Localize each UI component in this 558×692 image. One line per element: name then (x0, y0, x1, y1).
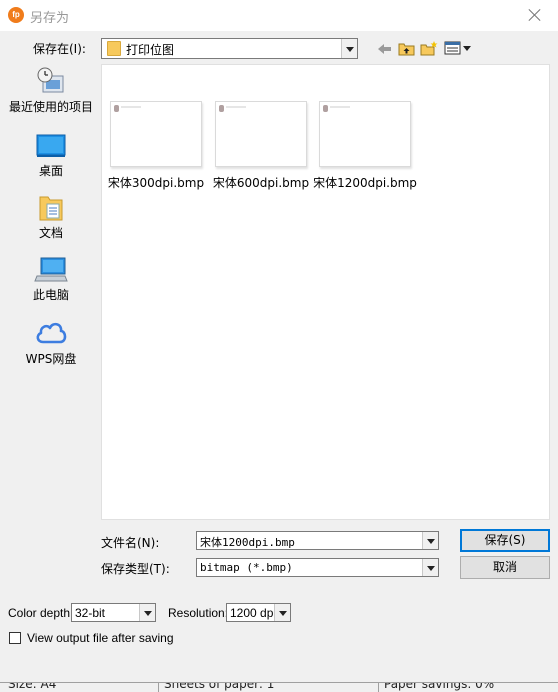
sidebar-item-label: 桌面 (38, 164, 63, 178)
file-item[interactable]: 宋体600dpi.bmp (211, 101, 311, 191)
color-depth-dropdown[interactable]: 32-bit (71, 603, 156, 622)
file-name-input[interactable]: 宋体1200dpi.bmp (196, 531, 439, 550)
color-depth-value: 32-bit (75, 606, 106, 620)
sidebar-item-desktop[interactable]: 桌面 (8, 134, 94, 178)
view-menu-icon[interactable] (444, 40, 474, 56)
app-logo-icon: fp (8, 7, 24, 23)
file-name-label: 文件名(N): (101, 536, 160, 550)
places-sidebar: 最近使用的项目 桌面 文档 此电脑 WPS网盘 (8, 64, 94, 524)
sidebar-item-label: 最近使用的项目 (8, 100, 93, 114)
sidebar-item-label: 此电脑 (32, 288, 69, 302)
close-icon[interactable] (526, 6, 544, 24)
save-in-value: 打印位图 (126, 43, 175, 57)
file-item[interactable]: 宋体1200dpi.bmp (313, 101, 417, 191)
new-folder-icon[interactable] (420, 40, 438, 56)
resolution-dropdown[interactable]: 1200 dpi (226, 603, 291, 622)
file-thumbnail (215, 101, 307, 167)
status-bar: Size: A4 Sheets of paper: 1 Paper saving… (0, 682, 558, 692)
file-type-dropdown[interactable]: bitmap (*.bmp) (196, 558, 439, 577)
recent-icon (37, 67, 64, 93)
chevron-down-icon (139, 604, 155, 621)
cancel-button[interactable]: 取消 (460, 556, 550, 579)
computer-icon (34, 257, 68, 282)
file-item[interactable]: 宋体300dpi.bmp (106, 101, 206, 191)
file-type-label: 保存类型(T): (101, 562, 170, 576)
chevron-down-icon (422, 559, 438, 576)
cloud-icon (36, 322, 67, 344)
sidebar-item-label: 文档 (38, 226, 63, 240)
status-savings: Paper savings: 0% (384, 682, 495, 691)
file-type-value: bitmap (*.bmp) (200, 561, 293, 574)
status-divider (158, 683, 159, 692)
sidebar-item-computer[interactable]: 此电脑 (8, 256, 94, 302)
save-in-label: 保存在(I): (33, 42, 86, 56)
save-in-dropdown[interactable]: 打印位图 (101, 38, 358, 59)
sidebar-item-label: WPS网盘 (25, 352, 77, 366)
title-bar: fp 另存为 (0, 0, 558, 31)
folder-icon (107, 41, 121, 56)
status-size: Size: A4 (8, 682, 57, 691)
file-name: 宋体600dpi.bmp (212, 176, 310, 190)
resolution-value: 1200 dpi (230, 606, 277, 620)
chevron-down-icon (274, 604, 290, 621)
file-name: 宋体1200dpi.bmp (313, 176, 417, 190)
file-thumbnail (110, 101, 202, 167)
file-thumbnail (319, 101, 411, 167)
sidebar-item-wps-cloud[interactable]: WPS网盘 (8, 318, 94, 366)
desktop-icon (36, 134, 66, 157)
file-name: 宋体300dpi.bmp (107, 176, 205, 190)
status-divider (378, 683, 379, 692)
file-list-view[interactable]: 宋体300dpi.bmp 宋体600dpi.bmp 宋体1200dpi.bmp (101, 64, 550, 520)
file-name-value: 宋体1200dpi.bmp (200, 536, 295, 549)
color-depth-label: Color depth: (8, 606, 74, 620)
window-title: 另存为 (30, 11, 70, 26)
back-arrow-icon[interactable] (376, 41, 394, 57)
resolution-label: Resolution: (168, 606, 229, 620)
documents-icon (39, 196, 63, 221)
up-folder-icon[interactable] (398, 40, 416, 56)
chevron-down-icon (422, 532, 438, 549)
view-after-saving-checkbox[interactable] (9, 632, 21, 644)
sidebar-item-documents[interactable]: 文档 (8, 194, 94, 240)
status-sheets: Sheets of paper: 1 (164, 682, 275, 691)
save-button[interactable]: 保存(S) (460, 529, 550, 552)
sidebar-item-recent[interactable]: 最近使用的项目 (8, 66, 94, 114)
chevron-down-icon (341, 39, 357, 58)
view-after-saving-label: View output file after saving (27, 631, 174, 645)
